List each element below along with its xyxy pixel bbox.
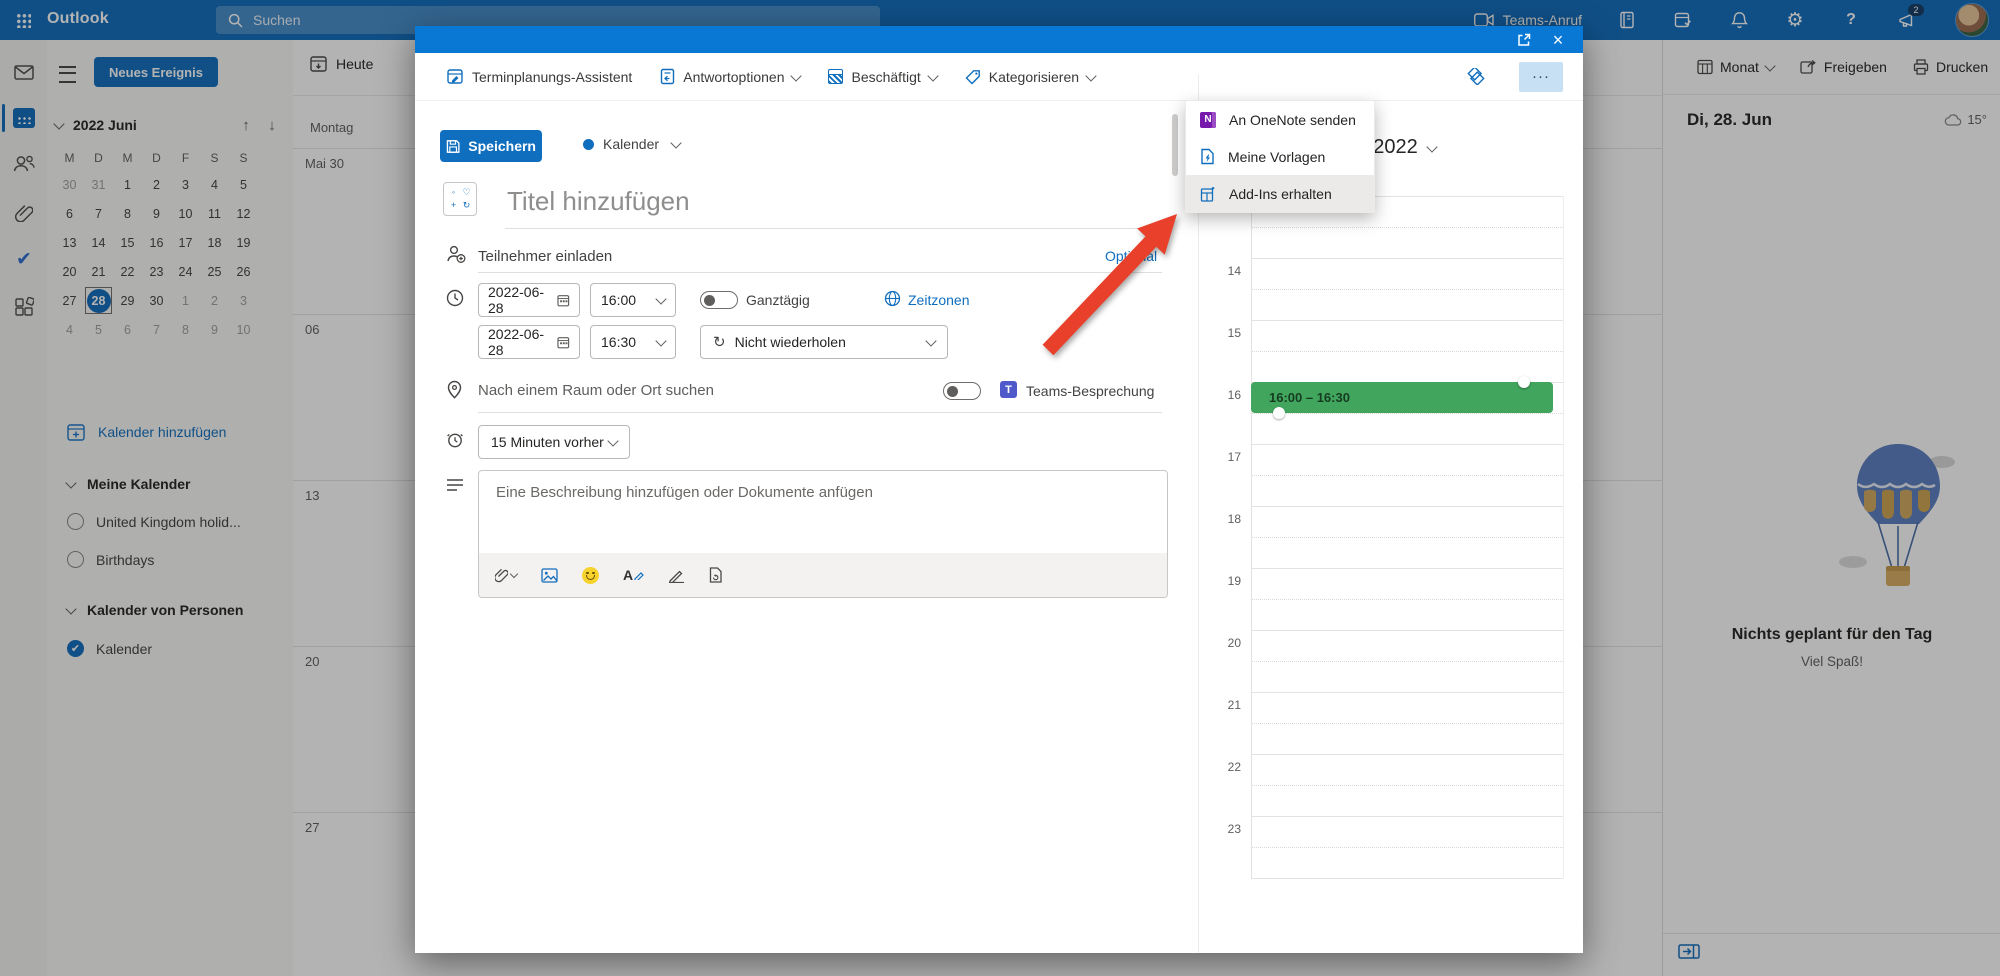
outlook-calendar-app: Outlook Suchen Teams-Anruf (0, 0, 2000, 976)
event-compose-dialog: × Terminplanungs-Assistent Antwortoption… (415, 26, 1583, 953)
hour-label: 21 (1199, 698, 1241, 712)
save-button[interactable]: Speichern (440, 130, 542, 162)
event-resize-handle-bottom[interactable] (1273, 407, 1285, 419)
hour-label: 15 (1199, 326, 1241, 340)
hour-label: 20 (1199, 636, 1241, 650)
description-editor[interactable]: Eine Beschreibung hinzufügen oder Dokume… (478, 470, 1168, 598)
close-icon[interactable]: × (1549, 31, 1567, 49)
form-scrollbar[interactable] (1172, 114, 1178, 176)
onenote-icon: N (1200, 112, 1216, 128)
show-as-busy-button[interactable]: Beschäftigt (828, 69, 936, 85)
all-day-toggle[interactable] (700, 291, 738, 309)
menu-item-add-ins-erhalten[interactable]: Add-Ins erhalten (1186, 175, 1374, 212)
start-date-input[interactable]: 2022-06-28 (478, 283, 580, 317)
chevron-down-icon (927, 70, 938, 81)
teams-meeting-toggle[interactable] (943, 382, 981, 400)
calendar-event-block[interactable]: 16:00 – 16:30 (1251, 382, 1553, 413)
popout-icon[interactable] (1515, 31, 1533, 49)
location-pin-icon (446, 380, 463, 399)
chevron-down-icon (791, 70, 802, 81)
addins-icon (1200, 186, 1216, 202)
emoji-icon[interactable] (582, 567, 599, 584)
menu-item-meine-vorlagen[interactable]: Meine Vorlagen (1186, 138, 1374, 175)
globe-icon (884, 290, 901, 307)
text-formatting-icon[interactable]: A (623, 567, 644, 583)
recurrence-select[interactable]: ↻ Nicht wiederholen (700, 325, 948, 359)
hour-label: 19 (1199, 574, 1241, 588)
chevron-down-icon (1085, 70, 1096, 81)
attendees-input[interactable]: Teilnehmer einladen (478, 248, 612, 265)
end-date-input[interactable]: 2022-06-28 (478, 325, 580, 359)
description-placeholder: Eine Beschreibung hinzufügen oder Dokume… (496, 484, 873, 501)
hour-label: 23 (1199, 822, 1241, 836)
red-arrow-annotation (1030, 200, 1190, 370)
calendar-icon (557, 336, 570, 349)
repeat-icon: ↻ (713, 333, 726, 351)
end-time-select[interactable]: 16:30 (590, 325, 676, 359)
more-options-menu: NAn OneNote sendenMeine VorlagenAdd-Ins … (1185, 100, 1375, 213)
invite-attendees-icon (446, 245, 466, 263)
title-suggestions-icon[interactable]: ◦♡+↻ (443, 182, 477, 216)
response-options-button[interactable]: Antwortoptionen (660, 68, 800, 85)
scheduling-assistant-button[interactable]: Terminplanungs-Assistent (447, 68, 632, 85)
start-time-select[interactable]: 16:00 (590, 283, 676, 317)
dialog-titlebar: × (415, 26, 1583, 53)
hour-label: 17 (1199, 450, 1241, 464)
categorize-button[interactable]: Kategorisieren (965, 69, 1095, 85)
templates-icon (1200, 148, 1215, 165)
chevron-down-icon (1426, 141, 1437, 152)
teams-meeting-label: Teams-Besprechung (1026, 383, 1154, 399)
all-day-label: Ganztägig (746, 292, 810, 308)
editor-toolbar: A (479, 553, 1167, 597)
calendar-icon (557, 294, 570, 307)
timezones-link[interactable]: Zeitzonen (908, 292, 969, 308)
busy-status-icon (828, 69, 843, 84)
reminder-bell-icon (446, 431, 464, 449)
event-resize-handle-top[interactable] (1518, 376, 1530, 388)
calendar-picker[interactable]: Kalender (583, 136, 680, 152)
attach-file-icon[interactable] (495, 567, 517, 583)
hour-label: 16 (1199, 388, 1241, 402)
pen-draw-icon[interactable] (668, 568, 685, 583)
hour-label: 18 (1199, 512, 1241, 526)
calendar-color-dot (583, 139, 594, 150)
menu-item-an-onenote-senden[interactable]: NAn OneNote senden (1186, 101, 1374, 138)
hour-label: 14 (1199, 264, 1241, 278)
teams-icon: T (1000, 381, 1017, 398)
chevron-down-icon (670, 137, 681, 148)
reminder-select[interactable]: 15 Minuten vorher (478, 425, 630, 459)
hour-label: 22 (1199, 760, 1241, 774)
location-input[interactable]: Nach einem Raum oder Ort suchen (478, 382, 714, 399)
insert-document-icon[interactable] (709, 567, 722, 583)
insert-image-icon[interactable] (541, 568, 558, 583)
clock-icon (446, 289, 464, 307)
description-lines-icon (446, 478, 464, 492)
